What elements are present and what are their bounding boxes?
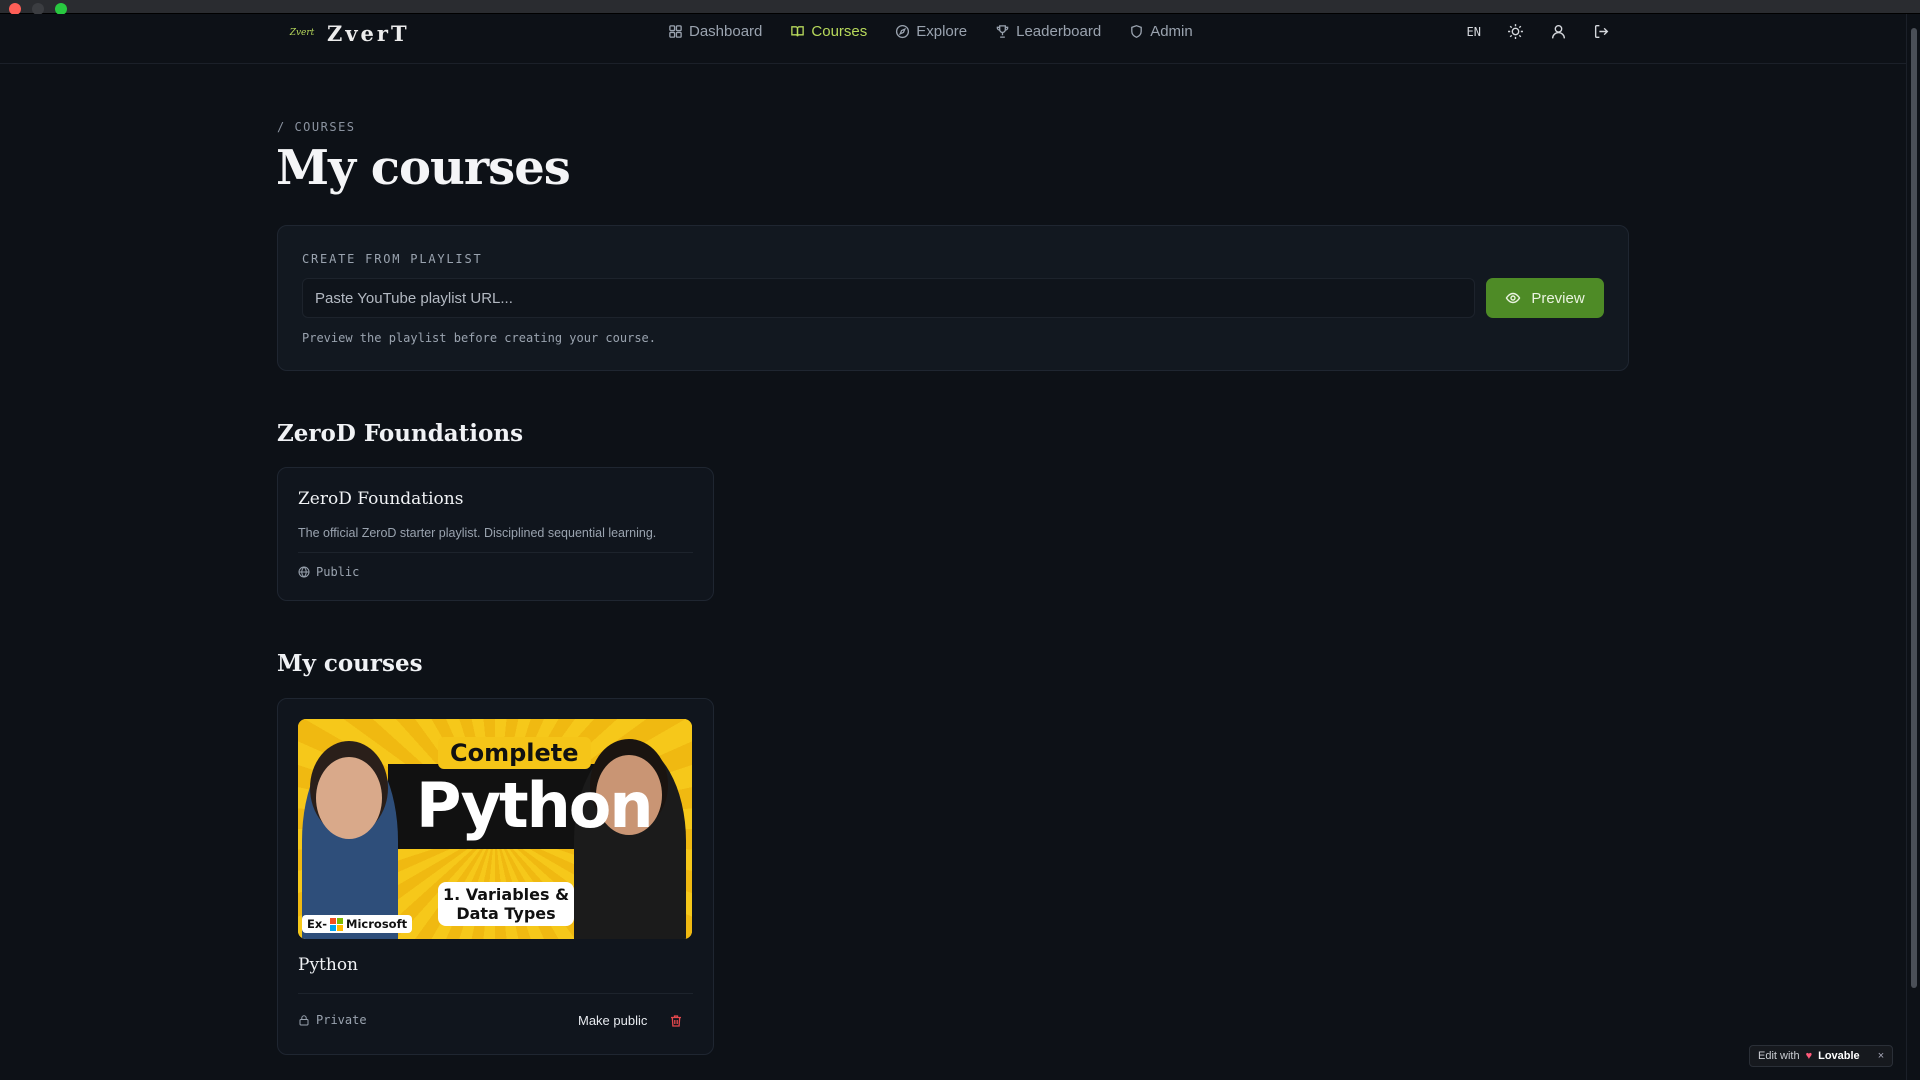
- nav-dashboard-label: Dashboard: [689, 23, 763, 40]
- thumbnail-top-text: Complete: [438, 737, 591, 769]
- nav-admin-label: Admin: [1150, 23, 1193, 40]
- card-divider: [298, 552, 693, 553]
- preview-button-label: Preview: [1531, 289, 1585, 307]
- logout-icon[interactable]: [1593, 23, 1610, 40]
- main-nav: Dashboard Courses Explore Leaderboard Ad…: [668, 23, 1193, 40]
- nav-courses[interactable]: Courses: [790, 23, 867, 40]
- top-nav: Zvert ZverT Dashboard Courses Explore Le…: [0, 14, 1906, 64]
- foundations-section-title: ZeroD Foundations: [277, 420, 524, 447]
- trophy-icon: [996, 25, 1009, 38]
- globe-icon: [298, 566, 310, 578]
- make-public-button[interactable]: Make public: [578, 1013, 647, 1028]
- course-title: Python: [298, 955, 359, 975]
- visibility-label: Public: [316, 565, 360, 579]
- language-switcher[interactable]: EN: [1467, 25, 1481, 39]
- presenter-left-image: [302, 743, 398, 939]
- thumbnail-main-text: Python: [416, 769, 654, 842]
- lovable-heart-icon: ♥: [1805, 1050, 1813, 1062]
- grid-icon: [669, 25, 682, 38]
- nav-explore[interactable]: Explore: [895, 23, 967, 40]
- visibility-label: Private: [316, 1013, 367, 1027]
- scrollbar-thumb[interactable]: [1911, 28, 1917, 988]
- shield-icon: [1131, 24, 1143, 39]
- thumbnail-subtitle-line2: Data Types: [456, 904, 556, 923]
- visibility-status: Public: [298, 565, 359, 579]
- preview-button[interactable]: Preview: [1486, 278, 1604, 318]
- logo-mark: Zvert: [289, 28, 315, 38]
- thumbnail-subtitle: 1. Variables & Data Types: [438, 882, 574, 926]
- create-from-playlist-label: CREATE FROM PLAYLIST: [302, 252, 483, 266]
- badge-text: Microsoft: [346, 917, 408, 931]
- my-courses-section-title: My courses: [277, 650, 423, 677]
- card-divider: [298, 993, 693, 994]
- sun-icon[interactable]: [1507, 23, 1524, 40]
- nav-dashboard[interactable]: Dashboard: [668, 23, 762, 40]
- create-from-playlist-card: CREATE FROM PLAYLIST Preview Preview the…: [277, 225, 1629, 371]
- microsoft-logo-icon: [330, 917, 344, 931]
- lovable-brand: Lovable: [1818, 1050, 1860, 1062]
- nav-actions: EN: [1467, 23, 1610, 40]
- nav-courses-label: Courses: [811, 23, 868, 40]
- playlist-hint: Preview the playlist before creating you…: [302, 331, 657, 345]
- page-scrollbar[interactable]: [1906, 14, 1920, 1080]
- lock-icon: [299, 1015, 309, 1026]
- user-icon[interactable]: [1550, 23, 1567, 40]
- eye-icon: [1506, 292, 1521, 304]
- page-title: My courses: [276, 140, 571, 196]
- python-course-card[interactable]: Complete Python 1. Variables & Data Type…: [277, 698, 714, 1055]
- course-description: The official ZeroD starter playlist. Dis…: [298, 526, 657, 540]
- foundations-course-card[interactable]: ZeroD Foundations The official ZeroD sta…: [277, 467, 714, 601]
- breadcrumb: / COURSES: [277, 120, 356, 134]
- course-thumbnail[interactable]: Complete Python 1. Variables & Data Type…: [298, 719, 692, 939]
- app-logo[interactable]: Zvert ZverT: [289, 20, 410, 46]
- app-name: ZverT: [327, 20, 410, 46]
- playlist-url-input[interactable]: [302, 278, 1475, 318]
- book-icon: [791, 26, 805, 37]
- window-titlebar: [0, 0, 1920, 15]
- microsoft-badge: Ex- Microsoft: [302, 915, 413, 933]
- lovable-prefix: Edit with: [1758, 1050, 1800, 1062]
- edit-with-lovable-badge[interactable]: Edit with ♥ Lovable ×: [1749, 1045, 1894, 1067]
- course-title: ZeroD Foundations: [298, 489, 464, 509]
- nav-leaderboard[interactable]: Leaderboard: [995, 23, 1101, 40]
- badge-prefix: Ex-: [307, 917, 328, 931]
- nav-explore-label: Explore: [916, 23, 968, 40]
- nav-leaderboard-label: Leaderboard: [1016, 23, 1102, 40]
- visibility-status: Private: [298, 1013, 367, 1027]
- trash-icon[interactable]: [669, 1014, 683, 1028]
- compass-icon: [896, 24, 910, 39]
- close-badge-button[interactable]: ×: [1878, 1050, 1884, 1062]
- nav-admin[interactable]: Admin: [1129, 23, 1193, 40]
- thumbnail-subtitle-line1: 1. Variables &: [442, 885, 570, 904]
